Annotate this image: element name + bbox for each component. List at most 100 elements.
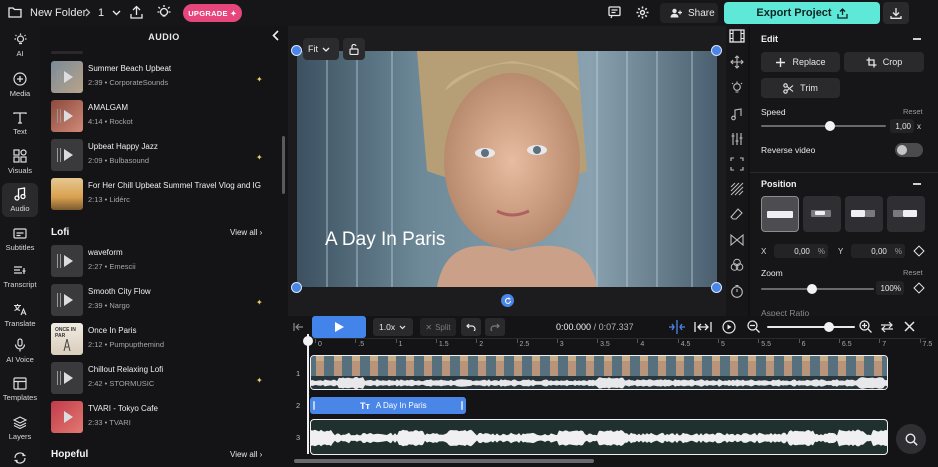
zoom-value-field[interactable]: 100% <box>876 281 904 295</box>
transition-icon[interactable] <box>730 233 744 247</box>
nav-layers[interactable]: Layers <box>0 416 40 441</box>
undo-button[interactable] <box>461 318 481 336</box>
track-thumbnail[interactable]: ONCE IN PAR <box>51 323 83 355</box>
film-icon[interactable] <box>729 29 745 43</box>
crop-frame-icon[interactable] <box>730 157 744 171</box>
collapse-edit-icon[interactable] <box>913 38 921 40</box>
nav-translate[interactable]: Translate <box>0 303 40 328</box>
export-project-button[interactable]: Export Project <box>724 2 880 24</box>
list-item[interactable]: Upbeat Happy Jazz 2:09 • Bulbasound ✦ <box>51 139 271 171</box>
view-all-hopeful-link[interactable]: View all › <box>230 450 262 459</box>
zoom-slider-handle[interactable] <box>806 284 817 294</box>
rotate-handle[interactable] <box>501 294 514 307</box>
list-item[interactable]: Smooth City Flow 2:39 • Nargo ✦ <box>51 284 271 316</box>
resize-handle-tl[interactable] <box>291 45 302 56</box>
chevron-down-icon[interactable] <box>112 10 121 16</box>
list-item[interactable]: AMALGAM 4:14 • Rockot <box>51 100 271 132</box>
zoom-slider[interactable] <box>761 288 874 290</box>
jump-to-playhead-icon[interactable] <box>694 321 712 333</box>
video-preview[interactable]: A Day In Paris <box>297 51 717 287</box>
nav-audio[interactable]: Audio <box>2 183 38 217</box>
collapse-position-icon[interactable] <box>913 183 921 185</box>
upgrade-button[interactable]: UPGRADE ✦ <box>183 4 242 22</box>
clip-trim-handle-right[interactable] <box>461 401 463 410</box>
position-center-tile[interactable] <box>803 196 841 232</box>
list-item[interactable]: Chillout Relaxing Lofi 2:42 • STORMUSIC … <box>51 362 271 394</box>
position-left-tile[interactable] <box>845 196 883 232</box>
timeline-scrollbar[interactable] <box>294 459 594 463</box>
speed-reset-button[interactable]: Reset <box>903 107 923 116</box>
playhead-handle[interactable] <box>303 336 313 346</box>
overlay-title-text[interactable]: A Day In Paris <box>325 229 445 251</box>
x-position-field[interactable]: 0,00% <box>774 244 828 258</box>
fit-dropdown[interactable]: Fit <box>303 38 339 60</box>
bulb-icon[interactable] <box>730 81 744 95</box>
nav-ai[interactable]: AI <box>0 33 40 58</box>
share-button[interactable]: Share <box>660 3 718 23</box>
resize-handle-br[interactable] <box>711 282 722 293</box>
list-item[interactable]: ONCE IN PAR Once In Paris 2:12 • Pumpupt… <box>51 323 271 355</box>
lightbulb-icon[interactable] <box>157 4 171 20</box>
video-clip[interactable] <box>310 355 888 390</box>
track-thumbnail[interactable] <box>51 245 83 277</box>
speed-slider-handle[interactable] <box>824 121 835 131</box>
timeline-ruler[interactable]: 0 .5 1 1.5 2 2.5 3 3.5 4 4.5 5 5.5 6 6.5 7 7.5 <box>308 338 932 350</box>
track-thumbnail[interactable] <box>51 178 83 210</box>
timeline-zoom-handle[interactable] <box>823 322 834 332</box>
pattern-icon[interactable] <box>730 182 744 196</box>
text-clip[interactable]: Tт A Day In Paris <box>310 397 466 414</box>
keyframe-zoom-icon[interactable] <box>913 282 925 294</box>
zoom-out-icon[interactable] <box>747 320 760 333</box>
nav-transcript[interactable]: Transcript <box>0 265 40 289</box>
nav-more[interactable] <box>0 452 40 464</box>
nav-templates[interactable]: Templates <box>0 377 40 402</box>
zoom-reset-button[interactable]: Reset <box>903 268 923 277</box>
track-thumbnail[interactable] <box>51 139 83 171</box>
list-item[interactable]: Summer Beach Upbeat 2:39 • CorporateSoun… <box>51 61 271 93</box>
speed-value-field[interactable]: 1,00 <box>890 119 914 133</box>
resize-handle-bl[interactable] <box>291 282 302 293</box>
download-button[interactable] <box>883 2 909 24</box>
panel-scrollbar[interactable] <box>282 136 285 194</box>
track-thumbnail[interactable] <box>51 61 83 93</box>
nav-text[interactable]: Text <box>0 112 40 136</box>
timeline-zoom-slider[interactable] <box>767 326 855 328</box>
speed-slider[interactable] <box>761 125 886 127</box>
fit-timeline-icon[interactable] <box>880 321 894 333</box>
upload-icon[interactable] <box>130 5 143 19</box>
crop-button[interactable]: Crop <box>844 52 924 72</box>
voiceover-record-icon[interactable] <box>722 320 736 334</box>
lock-ratio-button[interactable] <box>343 38 365 60</box>
nav-ai-voice[interactable]: AI Voice <box>0 338 40 364</box>
list-item[interactable]: TVARI - Tokyo Cafe 2:33 • TVARI <box>51 401 271 433</box>
y-position-field[interactable]: 0,00% <box>851 244 905 258</box>
music-note-icon[interactable] <box>730 107 744 121</box>
comment-icon[interactable] <box>608 6 621 19</box>
playhead[interactable] <box>307 334 309 454</box>
folder-name[interactable]: New Folder <box>30 7 86 19</box>
view-all-lofi-link[interactable]: View all › <box>230 228 262 237</box>
zoom-in-icon[interactable] <box>859 320 872 333</box>
audio-clip[interactable] <box>310 419 888 455</box>
reverse-video-toggle[interactable] <box>895 143 923 157</box>
timer-icon[interactable] <box>730 284 744 298</box>
project-name[interactable]: 1 <box>98 7 104 19</box>
nav-subtitles[interactable]: Subtitles <box>0 228 40 252</box>
collapse-panel-icon[interactable] <box>272 30 279 41</box>
list-item[interactable]: waveform 2:27 • Emescii <box>51 245 271 277</box>
position-right-tile[interactable] <box>887 196 925 232</box>
split-button[interactable]: ✕ Split <box>420 318 456 336</box>
position-full-tile[interactable] <box>761 196 799 232</box>
nav-media[interactable]: Media <box>0 72 40 98</box>
eraser-icon[interactable] <box>730 207 744 221</box>
track-thumbnail[interactable] <box>51 401 83 433</box>
list-item[interactable]: For Her Chill Upbeat Summel Travel Vlog … <box>51 178 271 210</box>
snap-icon[interactable] <box>668 320 686 334</box>
nav-visuals[interactable]: Visuals <box>0 149 40 175</box>
move-icon[interactable] <box>730 55 744 69</box>
collapse-timeline-icon[interactable] <box>293 322 304 332</box>
search-button[interactable] <box>896 424 926 454</box>
sliders-icon[interactable] <box>730 132 744 146</box>
playback-speed-dropdown[interactable]: 1.0x <box>373 318 413 336</box>
track-thumbnail[interactable] <box>51 100 83 132</box>
